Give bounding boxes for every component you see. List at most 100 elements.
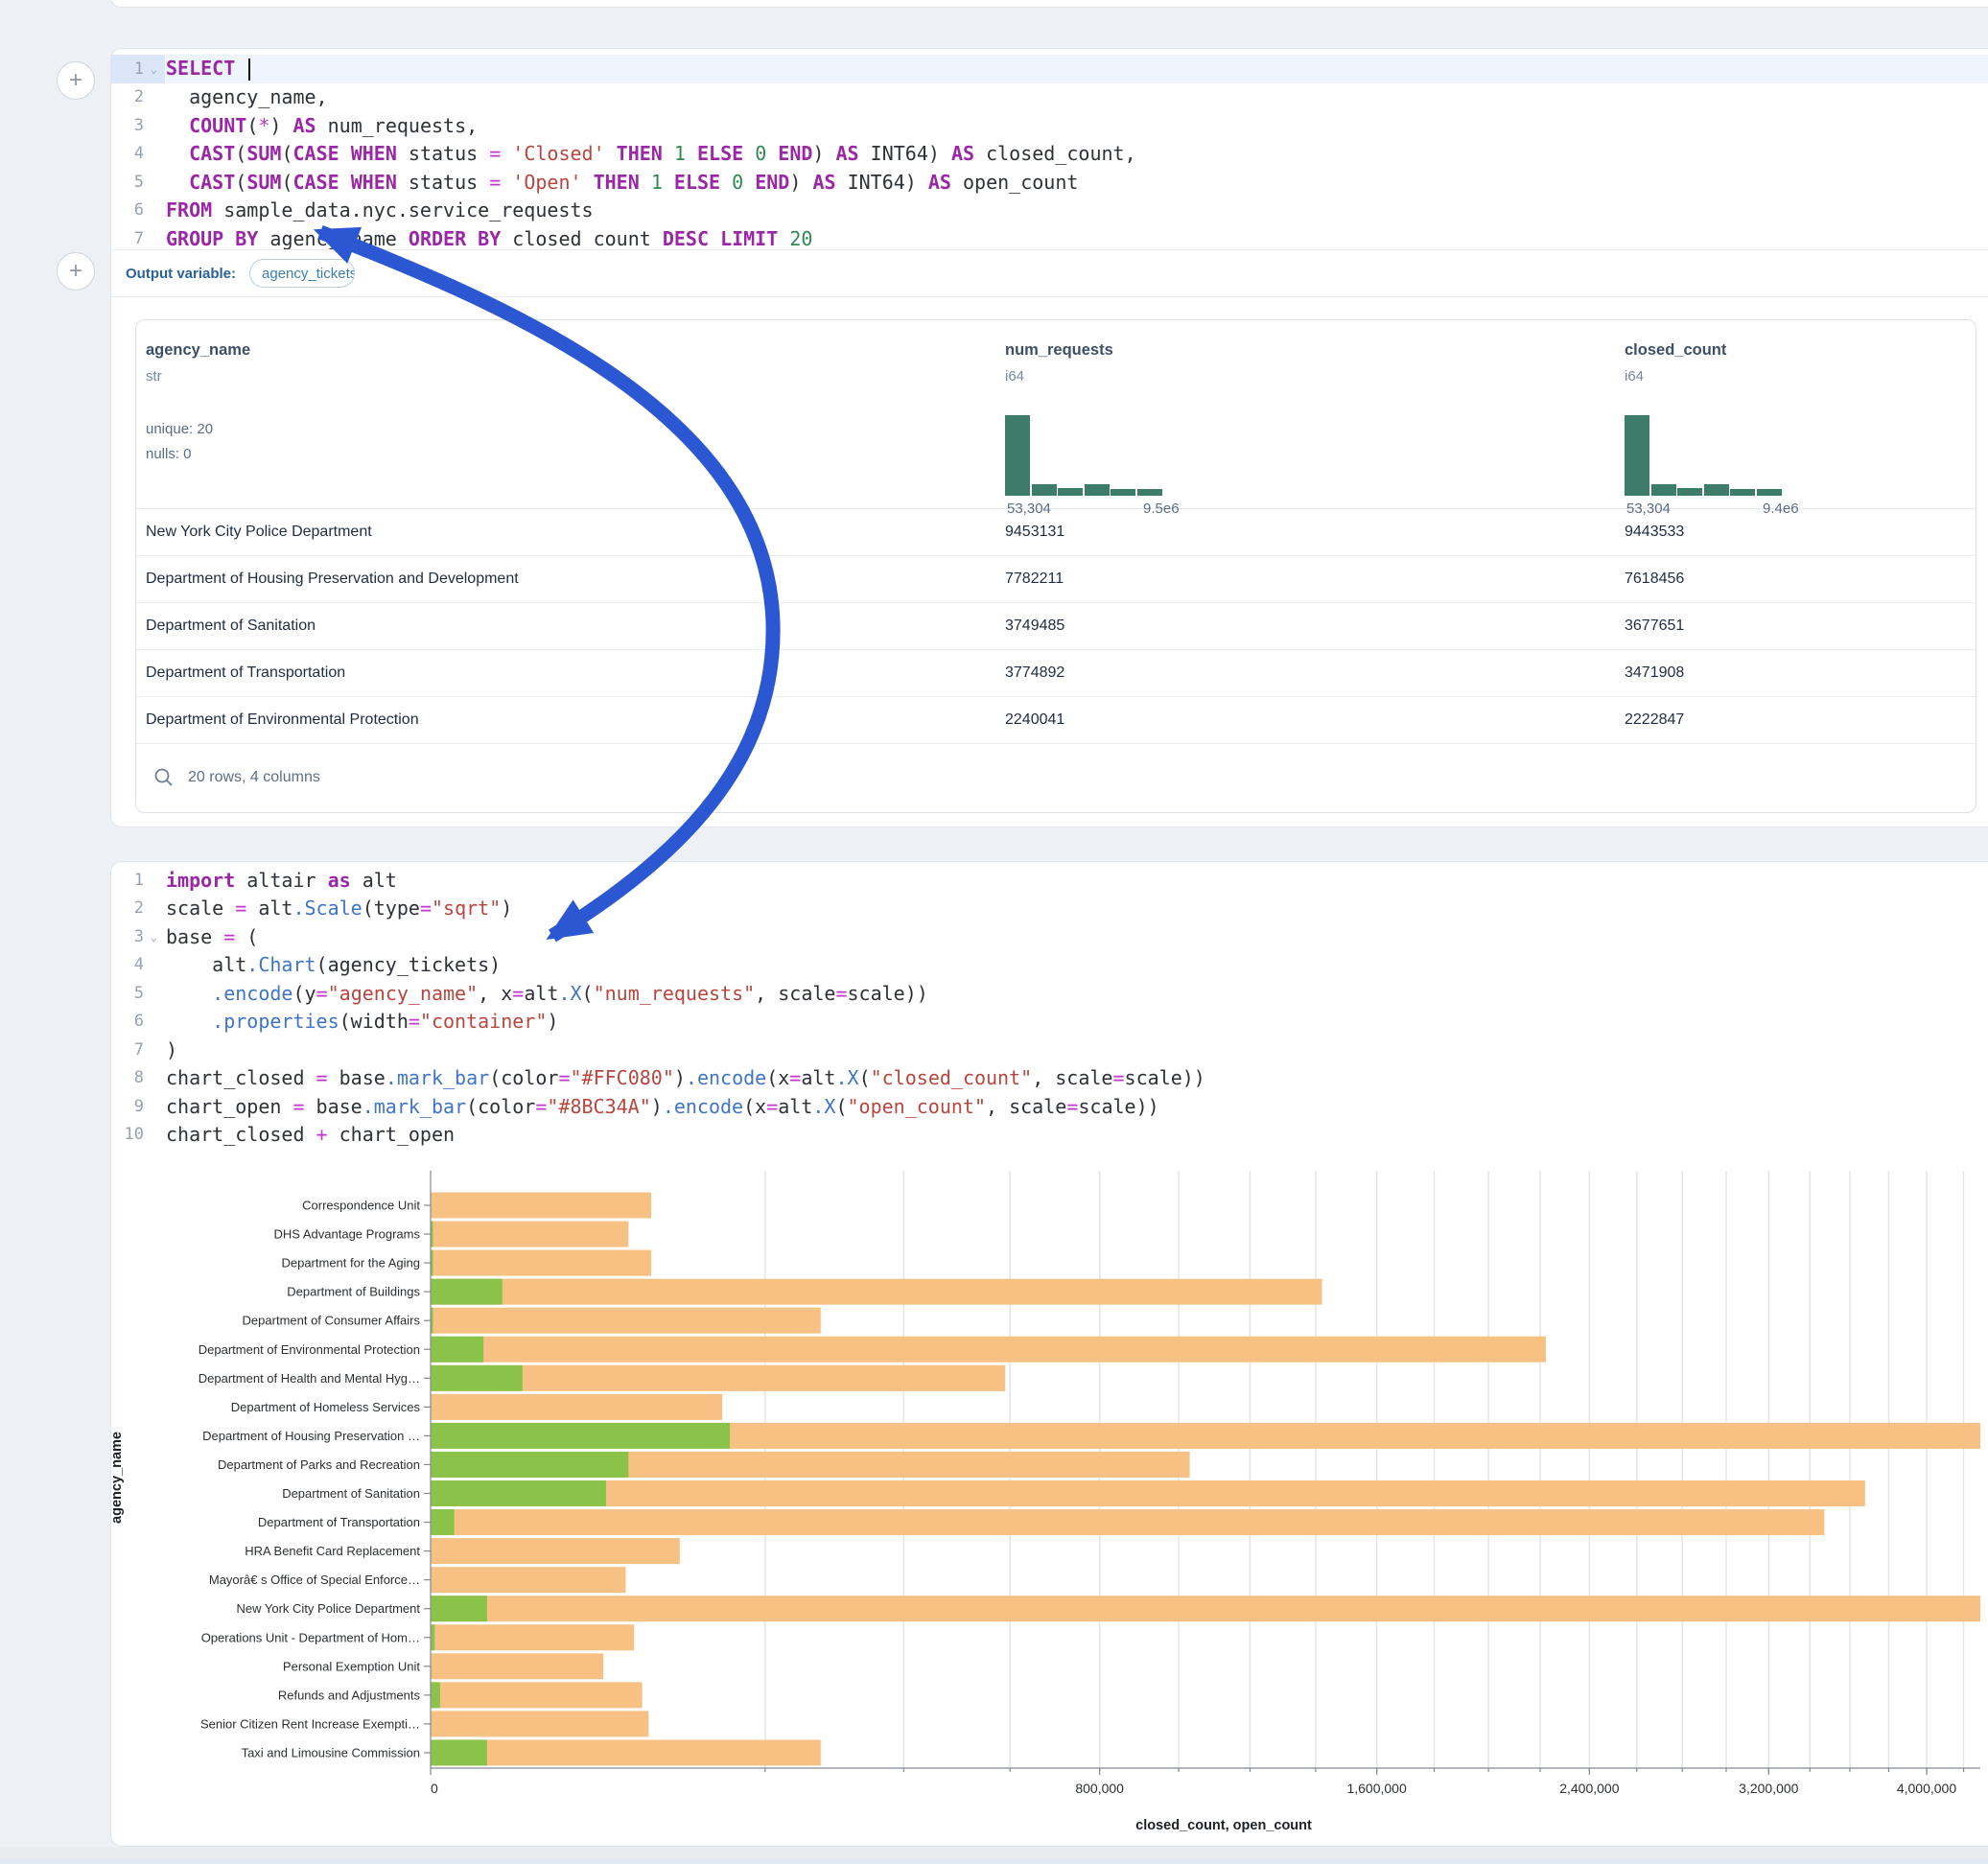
output-variable-label: Output variable: bbox=[126, 266, 236, 282]
bar-closed-count bbox=[431, 1624, 634, 1650]
python-cell: 1import altair as alt2scale = alt.Scale(… bbox=[110, 861, 1988, 1847]
cell-agency-name: Department of Environmental Protection bbox=[146, 711, 419, 729]
line-number: 2 bbox=[111, 895, 165, 923]
column-header-closed_count[interactable]: closed_counti6453,3049.4e6 bbox=[1625, 320, 1976, 508]
cell-agency-name: Department of Housing Preservation and D… bbox=[146, 571, 519, 588]
code-line-2[interactable]: 2scale = alt.Scale(type="sqrt") bbox=[111, 895, 1988, 923]
add-cell-button-output[interactable]: + bbox=[57, 252, 95, 291]
cell-num-requests: 3749485 bbox=[1005, 617, 1064, 635]
bar-closed-count bbox=[431, 1222, 628, 1247]
table-row: Department of Transportation377489234719… bbox=[136, 649, 1976, 697]
bar-closed-count bbox=[431, 1250, 651, 1276]
column-dtype: i64 bbox=[1005, 368, 1024, 384]
code-line-9[interactable]: 9chart_open = base.mark_bar(color="#8BC3… bbox=[111, 1092, 1988, 1121]
code-line-5[interactable]: 5 CAST(SUM(CASE WHEN status = 'Open' THE… bbox=[111, 168, 1988, 197]
code-line-10[interactable]: 10chart_closed + chart_open bbox=[111, 1121, 1988, 1150]
cell-closed-count: 7618456 bbox=[1625, 571, 1684, 588]
code-line-6[interactable]: 6FROM sample_data.nyc.service_requests bbox=[111, 197, 1988, 225]
column-stat: nulls: 0 bbox=[146, 446, 192, 462]
bar-closed-count bbox=[431, 1739, 821, 1765]
y-axis-label: Department for the Aging bbox=[281, 1256, 420, 1270]
x-axis-tick-label: 2,400,000 bbox=[1559, 1781, 1619, 1796]
page-bottom-strip-2 bbox=[0, 1858, 1988, 1864]
code-line-3[interactable]: 3 COUNT(*) AS num_requests, bbox=[111, 111, 1988, 140]
bar-open-count bbox=[431, 1739, 487, 1765]
code-text: alt.Chart(agency_tickets) bbox=[166, 953, 501, 976]
column-header-num_requests[interactable]: num_requestsi6453,3049.5e6 bbox=[1005, 320, 1600, 508]
column-name: closed_count bbox=[1625, 341, 1726, 360]
code-line-4[interactable]: 4 alt.Chart(agency_tickets) bbox=[111, 951, 1988, 980]
bar-open-count bbox=[431, 1365, 523, 1391]
table-row: Department of Sanitation 3749485 3677651 bbox=[136, 602, 1976, 650]
code-line-1[interactable]: 1⌄SELECT bbox=[111, 55, 1988, 83]
bar-closed-count bbox=[431, 1538, 680, 1564]
cell-num-requests: 2240041 bbox=[1005, 711, 1064, 729]
fold-chevron-icon[interactable]: ⌄ bbox=[151, 930, 157, 944]
result-table: agency_namestrunique: 20nulls: 0 num_requ… bbox=[135, 319, 1976, 813]
cell-closed-count: 3471908 bbox=[1625, 664, 1684, 682]
code-text: SELECT bbox=[166, 57, 250, 81]
code-text: COUNT(*) AS num_requests, bbox=[166, 114, 478, 137]
line-number: 8 bbox=[111, 1064, 165, 1093]
bar-open-count bbox=[431, 1452, 628, 1478]
output-variable-value: agency_tickets bbox=[262, 266, 355, 282]
bar-open-count bbox=[431, 1337, 483, 1363]
bar-closed-count bbox=[431, 1480, 1865, 1506]
previous-cell-fragment bbox=[110, 0, 1988, 8]
x-axis-tick-label: 4,000,000 bbox=[1897, 1781, 1956, 1796]
cell-closed-count: 3677651 bbox=[1625, 617, 1684, 635]
sql-code-editor[interactable]: 1⌄SELECT 2 agency_name,3 COUNT(*) AS num… bbox=[111, 55, 1988, 253]
code-line-6[interactable]: 6 .properties(width="container") bbox=[111, 1008, 1988, 1037]
code-text: import altair as alt bbox=[166, 869, 397, 892]
y-axis-label: HRA Benefit Card Replacement bbox=[245, 1544, 420, 1558]
cell-agency-name: Department of Transportation bbox=[146, 664, 345, 682]
bar-open-count bbox=[431, 1509, 455, 1535]
bar-open-count bbox=[431, 1423, 730, 1449]
code-line-8[interactable]: 8chart_closed = base.mark_bar(color="#FF… bbox=[111, 1064, 1988, 1093]
code-line-2[interactable]: 2 agency_name, bbox=[111, 83, 1988, 112]
row-count-label: 20 rows, 4 columns bbox=[188, 769, 320, 786]
bar-closed-count bbox=[431, 1279, 1321, 1305]
code-text: FROM sample_data.nyc.service_requests bbox=[166, 198, 594, 221]
code-text: chart_closed = base.mark_bar(color="#FFC… bbox=[166, 1066, 1205, 1089]
column-header-agency_name[interactable]: agency_namestrunique: 20nulls: 0 bbox=[146, 320, 740, 508]
column-dtype: i64 bbox=[1625, 368, 1644, 384]
code-text: .properties(width="container") bbox=[166, 1010, 558, 1033]
cell-closed-count: 2222847 bbox=[1625, 711, 1684, 729]
bar-closed-count bbox=[431, 1653, 603, 1679]
python-code-editor[interactable]: 1import altair as alt2scale = alt.Scale(… bbox=[111, 866, 1988, 1149]
line-number: 5 bbox=[111, 979, 165, 1008]
bar-open-count bbox=[431, 1596, 487, 1621]
y-axis-label: Department of Environmental Protection bbox=[199, 1342, 420, 1357]
line-number: 10 bbox=[111, 1121, 165, 1150]
output-variable-pill[interactable]: agency_tickets bbox=[249, 259, 355, 288]
code-text: chart_closed + chart_open bbox=[166, 1123, 455, 1146]
code-text: CAST(SUM(CASE WHEN status = 'Open' THEN … bbox=[166, 171, 1078, 194]
y-axis-label: Department of Housing Preservation … bbox=[202, 1429, 420, 1443]
line-number: 2 bbox=[111, 83, 165, 112]
output-variable-strip: Output variable: agency_tickets bbox=[111, 249, 1988, 297]
y-axis-label: Department of Consumer Affairs bbox=[243, 1314, 421, 1328]
column-name: num_requests bbox=[1005, 341, 1113, 360]
code-line-7[interactable]: 7) bbox=[111, 1036, 1988, 1064]
code-text: .encode(y="agency_name", x=alt.X("num_re… bbox=[166, 982, 928, 1005]
code-line-3[interactable]: 3⌄base = ( bbox=[111, 922, 1988, 951]
y-axis-label: Department of Buildings bbox=[287, 1285, 420, 1299]
line-number: 6 bbox=[111, 197, 165, 225]
code-line-1[interactable]: 1import altair as alt bbox=[111, 866, 1988, 895]
line-number: 4 bbox=[111, 140, 165, 169]
cell-agency-name: Department of Sanitation bbox=[146, 617, 316, 635]
x-axis-tick-label: 1,600,000 bbox=[1346, 1781, 1406, 1796]
x-axis-tick-label: 3,200,000 bbox=[1739, 1781, 1798, 1796]
fold-chevron-icon[interactable]: ⌄ bbox=[151, 62, 157, 76]
code-line-5[interactable]: 5 .encode(y="agency_name", x=alt.X("num_… bbox=[111, 979, 1988, 1008]
code-line-4[interactable]: 4 CAST(SUM(CASE WHEN status = 'Closed' T… bbox=[111, 140, 1988, 169]
add-cell-button-top[interactable]: + bbox=[57, 61, 95, 100]
code-text: base = ( bbox=[166, 925, 258, 948]
table-row: Department of Housing Preservation and D… bbox=[136, 555, 1976, 603]
search-icon[interactable] bbox=[153, 767, 175, 788]
y-axis-label: Senior Citizen Rent Increase Exempti… bbox=[200, 1716, 420, 1731]
line-number: 3⌄ bbox=[111, 922, 165, 951]
column-name: agency_name bbox=[146, 341, 250, 360]
y-axis-label: Taxi and Limousine Commission bbox=[242, 1745, 420, 1759]
